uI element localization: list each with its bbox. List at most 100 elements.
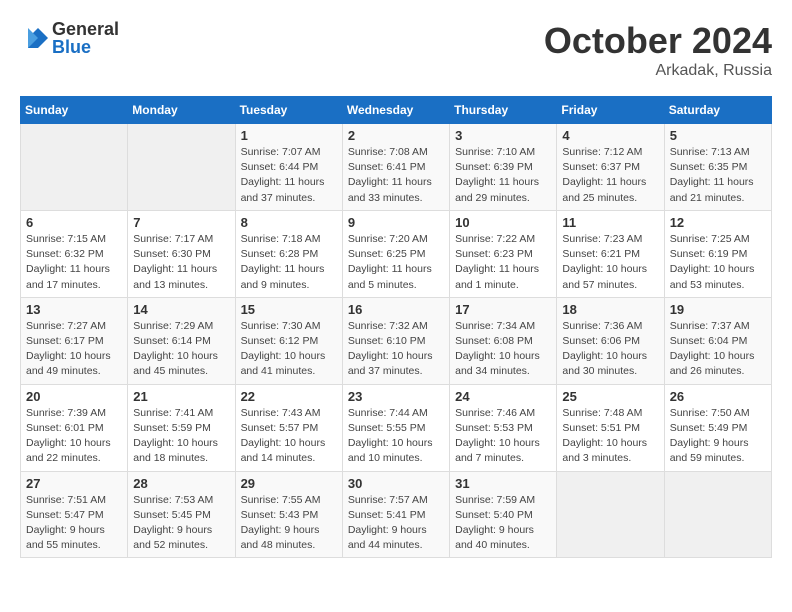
logo: General Blue (20, 20, 119, 56)
location: Arkadak, Russia (544, 62, 772, 80)
day-info: Sunrise: 7:48 AM Sunset: 5:51 PM Dayligh… (562, 406, 658, 467)
calendar-cell: 15 Sunrise: 7:30 AM Sunset: 6:12 PM Dayli… (235, 297, 342, 384)
title-block: October 2024 Arkadak, Russia (544, 20, 772, 80)
calendar-cell: 24 Sunrise: 7:46 AM Sunset: 5:53 PM Dayli… (450, 384, 557, 471)
day-number: 20 (26, 389, 122, 404)
calendar-row: 13 Sunrise: 7:27 AM Sunset: 6:17 PM Dayli… (21, 297, 772, 384)
day-info: Sunrise: 7:57 AM Sunset: 5:41 PM Dayligh… (348, 493, 444, 554)
calendar-cell (128, 124, 235, 211)
calendar-cell: 10Sunrise: 7:22 AM Sunset: 6:23 PM Dayli… (450, 210, 557, 297)
calendar-cell: 19 Sunrise: 7:37 AM Sunset: 6:04 PM Dayli… (664, 297, 771, 384)
day-number: 7 (133, 215, 229, 230)
day-info: Sunrise: 7:20 AM Sunset: 6:25 PM Dayligh… (348, 232, 444, 293)
day-number: 13 (26, 302, 122, 317)
day-info: Sunrise: 7:41 AM Sunset: 5:59 PM Dayligh… (133, 406, 229, 467)
day-number: 26 (670, 389, 766, 404)
day-info: Sunrise: 7:18 AM Sunset: 6:28 PM Dayligh… (241, 232, 337, 293)
day-info: Sunrise: 7:36 AM Sunset: 6:06 PM Dayligh… (562, 319, 658, 380)
page-header: General Blue October 2024 Arkadak, Russi… (20, 20, 772, 80)
day-info: Sunrise: 7:53 AM Sunset: 5:45 PM Dayligh… (133, 493, 229, 554)
day-number: 16 (348, 302, 444, 317)
day-number: 14 (133, 302, 229, 317)
day-info: Sunrise: 7:17 AM Sunset: 6:30 PM Dayligh… (133, 232, 229, 293)
calendar-cell: 7 Sunrise: 7:17 AM Sunset: 6:30 PM Daylig… (128, 210, 235, 297)
day-number: 22 (241, 389, 337, 404)
calendar-cell: 14 Sunrise: 7:29 AM Sunset: 6:14 PM Dayli… (128, 297, 235, 384)
day-info: Sunrise: 7:30 AM Sunset: 6:12 PM Dayligh… (241, 319, 337, 380)
day-info: Sunrise: 7:08 AM Sunset: 6:41 PM Dayligh… (348, 145, 444, 206)
calendar-cell: 18Sunrise: 7:36 AM Sunset: 6:06 PM Dayli… (557, 297, 664, 384)
day-info: Sunrise: 7:27 AM Sunset: 6:17 PM Dayligh… (26, 319, 122, 380)
day-number: 15 (241, 302, 337, 317)
day-number: 11 (562, 215, 658, 230)
weekday-header-row: SundayMondayTuesdayWednesdayThursdayFrid… (21, 97, 772, 124)
calendar-cell: 3Sunrise: 7:10 AM Sunset: 6:39 PM Daylig… (450, 124, 557, 211)
day-number: 30 (348, 476, 444, 491)
calendar-row: 20 Sunrise: 7:39 AM Sunset: 6:01 PM Dayli… (21, 384, 772, 471)
day-number: 25 (562, 389, 658, 404)
day-number: 8 (241, 215, 337, 230)
day-number: 12 (670, 215, 766, 230)
calendar-cell: 26 Sunrise: 7:50 AM Sunset: 5:49 PM Dayli… (664, 384, 771, 471)
calendar-cell (21, 124, 128, 211)
day-info: Sunrise: 7:34 AM Sunset: 6:08 PM Dayligh… (455, 319, 551, 380)
day-number: 29 (241, 476, 337, 491)
day-info: Sunrise: 7:46 AM Sunset: 5:53 PM Dayligh… (455, 406, 551, 467)
day-info: Sunrise: 7:12 AM Sunset: 6:37 PM Dayligh… (562, 145, 658, 206)
calendar-cell: 9Sunrise: 7:20 AM Sunset: 6:25 PM Daylig… (342, 210, 449, 297)
month-title: October 2024 (544, 20, 772, 62)
calendar-cell: 29 Sunrise: 7:55 AM Sunset: 5:43 PM Dayli… (235, 471, 342, 558)
day-number: 4 (562, 128, 658, 143)
day-info: Sunrise: 7:39 AM Sunset: 6:01 PM Dayligh… (26, 406, 122, 467)
day-info: Sunrise: 7:15 AM Sunset: 6:32 PM Dayligh… (26, 232, 122, 293)
calendar-cell: 30 Sunrise: 7:57 AM Sunset: 5:41 PM Dayli… (342, 471, 449, 558)
calendar-cell: 6 Sunrise: 7:15 AM Sunset: 6:32 PM Daylig… (21, 210, 128, 297)
day-info: Sunrise: 7:55 AM Sunset: 5:43 PM Dayligh… (241, 493, 337, 554)
day-number: 2 (348, 128, 444, 143)
day-number: 1 (241, 128, 337, 143)
calendar-cell (557, 471, 664, 558)
calendar-cell: 25 Sunrise: 7:48 AM Sunset: 5:51 PM Dayli… (557, 384, 664, 471)
day-info: Sunrise: 7:25 AM Sunset: 6:19 PM Dayligh… (670, 232, 766, 293)
weekday-header: Thursday (450, 97, 557, 124)
weekday-header: Monday (128, 97, 235, 124)
calendar-row: 27 Sunrise: 7:51 AM Sunset: 5:47 PM Dayli… (21, 471, 772, 558)
day-number: 19 (670, 302, 766, 317)
day-number: 5 (670, 128, 766, 143)
day-number: 27 (26, 476, 122, 491)
day-info: Sunrise: 7:51 AM Sunset: 5:47 PM Dayligh… (26, 493, 122, 554)
calendar-cell: 23 Sunrise: 7:44 AM Sunset: 5:55 PM Dayli… (342, 384, 449, 471)
calendar-cell: 22Sunrise: 7:43 AM Sunset: 5:57 PM Dayli… (235, 384, 342, 471)
calendar-cell: 31 Sunrise: 7:59 AM Sunset: 5:40 PM Dayli… (450, 471, 557, 558)
day-info: Sunrise: 7:13 AM Sunset: 6:35 PM Dayligh… (670, 145, 766, 206)
day-info: Sunrise: 7:10 AM Sunset: 6:39 PM Dayligh… (455, 145, 551, 206)
day-number: 23 (348, 389, 444, 404)
day-number: 24 (455, 389, 551, 404)
logo-icon (20, 24, 48, 52)
calendar-cell: 1 Sunrise: 7:07 AM Sunset: 6:44 PM Daylig… (235, 124, 342, 211)
day-info: Sunrise: 7:07 AM Sunset: 6:44 PM Dayligh… (241, 145, 337, 206)
calendar-cell: 8 Sunrise: 7:18 AM Sunset: 6:28 PM Daylig… (235, 210, 342, 297)
day-number: 6 (26, 215, 122, 230)
calendar-cell: 12 Sunrise: 7:25 AM Sunset: 6:19 PM Dayli… (664, 210, 771, 297)
calendar-table: SundayMondayTuesdayWednesdayThursdayFrid… (20, 96, 772, 558)
calendar-cell: 20 Sunrise: 7:39 AM Sunset: 6:01 PM Dayli… (21, 384, 128, 471)
day-number: 31 (455, 476, 551, 491)
calendar-cell: 13 Sunrise: 7:27 AM Sunset: 6:17 PM Dayli… (21, 297, 128, 384)
day-info: Sunrise: 7:32 AM Sunset: 6:10 PM Dayligh… (348, 319, 444, 380)
day-info: Sunrise: 7:44 AM Sunset: 5:55 PM Dayligh… (348, 406, 444, 467)
calendar-cell: 4 Sunrise: 7:12 AM Sunset: 6:37 PM Daylig… (557, 124, 664, 211)
day-number: 10 (455, 215, 551, 230)
day-info: Sunrise: 7:37 AM Sunset: 6:04 PM Dayligh… (670, 319, 766, 380)
day-info: Sunrise: 7:29 AM Sunset: 6:14 PM Dayligh… (133, 319, 229, 380)
weekday-header: Friday (557, 97, 664, 124)
weekday-header: Wednesday (342, 97, 449, 124)
day-info: Sunrise: 7:50 AM Sunset: 5:49 PM Dayligh… (670, 406, 766, 467)
calendar-cell: 21Sunrise: 7:41 AM Sunset: 5:59 PM Dayli… (128, 384, 235, 471)
calendar-cell: 5 Sunrise: 7:13 AM Sunset: 6:35 PM Daylig… (664, 124, 771, 211)
day-number: 28 (133, 476, 229, 491)
logo-text: General Blue (52, 20, 119, 56)
day-info: Sunrise: 7:59 AM Sunset: 5:40 PM Dayligh… (455, 493, 551, 554)
calendar-cell: 17Sunrise: 7:34 AM Sunset: 6:08 PM Dayli… (450, 297, 557, 384)
calendar-cell: 2 Sunrise: 7:08 AM Sunset: 6:41 PM Daylig… (342, 124, 449, 211)
